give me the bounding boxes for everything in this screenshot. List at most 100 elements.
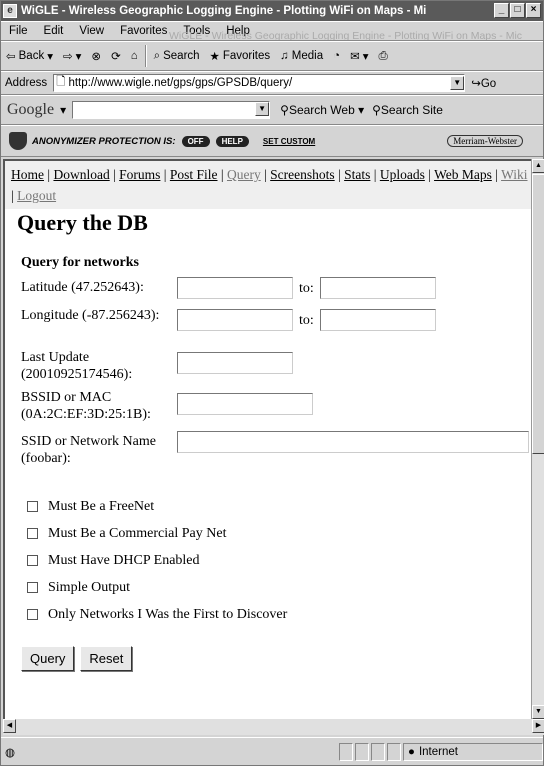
menu-file[interactable]: File	[1, 25, 36, 37]
latitude-to-label: to:	[299, 281, 314, 296]
google-search-input[interactable]: ▼	[72, 101, 271, 119]
google-search-dropdown[interactable]: ▼	[255, 102, 270, 116]
latitude-from-input[interactable]	[177, 277, 293, 299]
bssid-label: BSSID or MAC (0A:2C:EF:3D:25:1B):	[21, 390, 151, 422]
nav-web-maps[interactable]: Web Maps	[434, 167, 492, 182]
back-button[interactable]: ⇦ Back ▾	[1, 49, 58, 63]
close-button[interactable]: ×	[526, 3, 541, 18]
anonymizer-off-button[interactable]: OFF	[181, 135, 210, 147]
bssid-input[interactable]	[177, 393, 313, 415]
search-web-button[interactable]: ⚲Search Web ▾	[280, 103, 364, 117]
longitude-from-input[interactable]	[177, 309, 293, 331]
search-button[interactable]: ⌕ Search	[149, 50, 205, 63]
stop-button[interactable]: ⊗	[86, 49, 106, 63]
paynet-checkbox-row[interactable]: Must Be a Commercial Pay Net	[27, 520, 531, 547]
ssid-row: SSID or Network Name (foobar):	[5, 429, 531, 493]
refresh-icon: ⟳	[111, 51, 121, 63]
address-label: Address	[5, 77, 48, 89]
nav-stats[interactable]: Stats	[344, 167, 370, 182]
title-bar: e WiGLE - Wireless Geographic Logging En…	[1, 1, 543, 21]
page-content: Home | Download | Forums | Post File | Q…	[3, 159, 531, 719]
scroll-up-button[interactable]: ▲	[532, 159, 544, 173]
window-title: WiGLE - Wireless Geographic Logging Engi…	[21, 5, 427, 17]
set-custom-link[interactable]: SET CUSTOM	[263, 137, 315, 146]
address-url: http://www.wigle.net/gps/gps/GPSDB/query…	[68, 77, 293, 89]
scroll-right-button[interactable]: ▶	[532, 719, 544, 733]
nav-screenshots[interactable]: Screenshots	[270, 167, 335, 182]
nav-uploads[interactable]: Uploads	[380, 167, 425, 182]
menu-bar: File Edit View Favorites Tools Help WiGL…	[1, 21, 543, 41]
favorites-button[interactable]: ★ Favorites	[205, 49, 276, 63]
mail-button[interactable]: ✉ ▾	[345, 49, 373, 63]
longitude-to-input[interactable]	[320, 309, 436, 331]
longitude-row: Longitude (-87.256243): to:	[5, 305, 531, 345]
history-button[interactable]: ◔	[328, 50, 345, 62]
ssid-label: SSID or Network Name (foobar):	[21, 434, 156, 466]
scroll-left-button[interactable]: ◀	[3, 719, 16, 733]
simple-output-checkbox-row[interactable]: Simple Output	[27, 574, 531, 601]
freenet-checkbox[interactable]	[27, 501, 38, 512]
media-button[interactable]: ♫ Media	[275, 50, 328, 62]
standard-toolbar: ⇦ Back ▾ ⇨ ▾ ⊗ ⟳ ⌂ ⌕ Search ★ Favorites ♫ Me…	[1, 41, 543, 71]
site-search-icon: ⚲	[372, 103, 381, 117]
dhcp-checkbox-row[interactable]: Must Have DHCP Enabled	[27, 547, 531, 574]
mail-icon: ✉	[350, 51, 360, 63]
browser-window: e WiGLE - Wireless Geographic Logging En…	[0, 0, 544, 766]
page-title: Query the DB	[17, 210, 148, 235]
go-arrow-icon: ↪	[471, 78, 481, 90]
address-dropdown[interactable]: ▼	[450, 76, 465, 90]
nav-query[interactable]: Query	[227, 167, 261, 182]
home-button[interactable]: ⌂	[126, 50, 143, 62]
address-bar: Address 🗋 http://www.wigle.net/gps/gps/G…	[1, 71, 543, 95]
maximize-button[interactable]: □	[510, 3, 525, 18]
back-arrow-icon: ⇦	[6, 51, 16, 63]
simple-output-checkbox[interactable]	[27, 582, 38, 593]
google-menu-arrow[interactable]: ▾	[60, 103, 66, 117]
latitude-row: Latitude (47.252643): to:	[5, 275, 531, 305]
address-input[interactable]: 🗋 http://www.wigle.net/gps/gps/GPSDB/que…	[53, 74, 466, 92]
print-button[interactable]: ⎙	[373, 50, 392, 63]
star-icon: ★	[209, 51, 220, 63]
google-toolbar: Google ▾ ▼ ⚲Search Web ▾ ⚲Search Site	[1, 95, 543, 125]
scroll-down-button[interactable]: ▼	[532, 705, 544, 719]
reset-button[interactable]: Reset	[80, 646, 133, 671]
minimize-button[interactable]: _	[494, 3, 509, 18]
paynet-checkbox[interactable]	[27, 528, 38, 539]
zone-label: Internet	[418, 745, 458, 758]
nav-home[interactable]: Home	[11, 167, 44, 182]
merriam-webster-button[interactable]: Merriam-Webster	[447, 135, 523, 147]
media-icon: ♫	[280, 50, 289, 62]
scroll-thumb[interactable]	[532, 174, 544, 454]
query-button[interactable]: Query	[21, 646, 75, 671]
first-discover-checkbox-row[interactable]: Only Networks I Was the First to Discove…	[27, 601, 531, 628]
site-nav: Home | Download | Forums | Post File | Q…	[5, 161, 531, 209]
menu-view[interactable]: View	[71, 25, 112, 37]
page-icon: 🗋	[56, 75, 66, 88]
nav-download[interactable]: Download	[53, 167, 109, 182]
search-icon: ⌕	[153, 49, 161, 62]
nav-logout[interactable]: Logout	[17, 188, 56, 203]
search-site-button[interactable]: ⚲Search Site	[372, 103, 443, 117]
last-update-row: Last Update (20010925174546):	[5, 345, 531, 385]
last-update-input[interactable]	[177, 352, 293, 374]
menu-edit[interactable]: Edit	[36, 25, 72, 37]
history-icon: ◔	[333, 50, 341, 62]
refresh-button[interactable]: ⟳	[106, 49, 126, 63]
latitude-to-input[interactable]	[320, 277, 436, 299]
forward-button[interactable]: ⇨ ▾	[58, 49, 86, 63]
dhcp-checkbox[interactable]	[27, 555, 38, 566]
vertical-scrollbar[interactable]: ▲ ▼	[531, 159, 544, 719]
nav-wiki[interactable]: Wiki	[501, 167, 527, 182]
home-icon: ⌂	[130, 50, 138, 62]
nav-post-file[interactable]: Post File	[170, 167, 218, 182]
status-bar: ◍ ● Internet	[1, 737, 543, 765]
first-discover-checkbox[interactable]	[27, 609, 38, 620]
horizontal-scrollbar[interactable]: ◀ ▶	[3, 719, 544, 735]
freenet-checkbox-row[interactable]: Must Be a FreeNet	[27, 493, 531, 520]
query-subtitle: Query for networks	[21, 255, 139, 270]
anonymizer-help-button[interactable]: HELP	[215, 135, 249, 147]
nav-forums[interactable]: Forums	[119, 167, 160, 182]
go-button[interactable]: ↪Go	[471, 76, 496, 90]
anonymizer-label: ANONYMIZER PROTECTION IS:	[32, 135, 176, 147]
ssid-input[interactable]	[177, 431, 529, 453]
